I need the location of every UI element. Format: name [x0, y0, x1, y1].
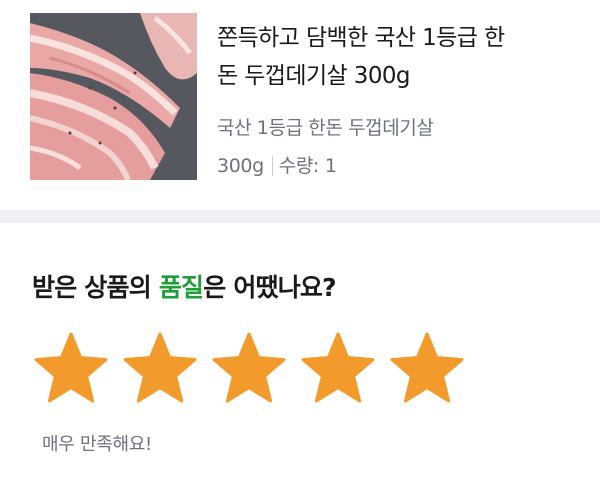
star-rating	[33, 332, 478, 406]
product-image	[30, 13, 197, 180]
question-prefix: 받은 상품의	[32, 273, 159, 302]
star-icon	[390, 332, 464, 403]
product-summary: 쫀득하고 담백한 국산 1등급 한 돈 두껍데기살 300g 국산 1등급 한돈…	[0, 0, 600, 208]
meta-divider	[271, 156, 273, 176]
star-4-icon[interactable]	[300, 332, 376, 404]
question-accent: 품질	[158, 273, 204, 302]
product-title-line2: 돈 두껍데기살 300g	[217, 63, 410, 89]
quantity-value: 1	[324, 155, 337, 177]
product-option-name: 국산 1등급 한돈 두껍데기살	[217, 117, 434, 139]
quantity-label: 수량:	[278, 155, 320, 177]
star-icon	[212, 332, 286, 403]
star-2-icon[interactable]	[122, 332, 198, 404]
question-suffix: 은 어땠나요?	[203, 273, 336, 302]
product-title: 쫀득하고 담백한 국산 1등급 한 돈 두껍데기살 300g	[217, 19, 587, 95]
rating-feedback-text: 매우 만족해요!	[42, 434, 152, 455]
star-icon	[301, 332, 375, 403]
star-5-icon[interactable]	[389, 332, 465, 404]
star-1-icon[interactable]	[33, 332, 109, 404]
review-question: 받은 상품의 품질은 어땠나요?	[32, 270, 337, 306]
section-divider	[0, 210, 600, 223]
star-icon	[123, 332, 197, 403]
star-icon	[34, 332, 108, 403]
product-weight: 300g	[217, 155, 264, 177]
product-title-line1: 쫀득하고 담백한 국산 1등급 한	[217, 25, 505, 51]
star-3-icon[interactable]	[211, 332, 287, 404]
pork-meat-photo	[30, 13, 197, 180]
product-meta: 300g 수량: 1	[217, 152, 337, 180]
